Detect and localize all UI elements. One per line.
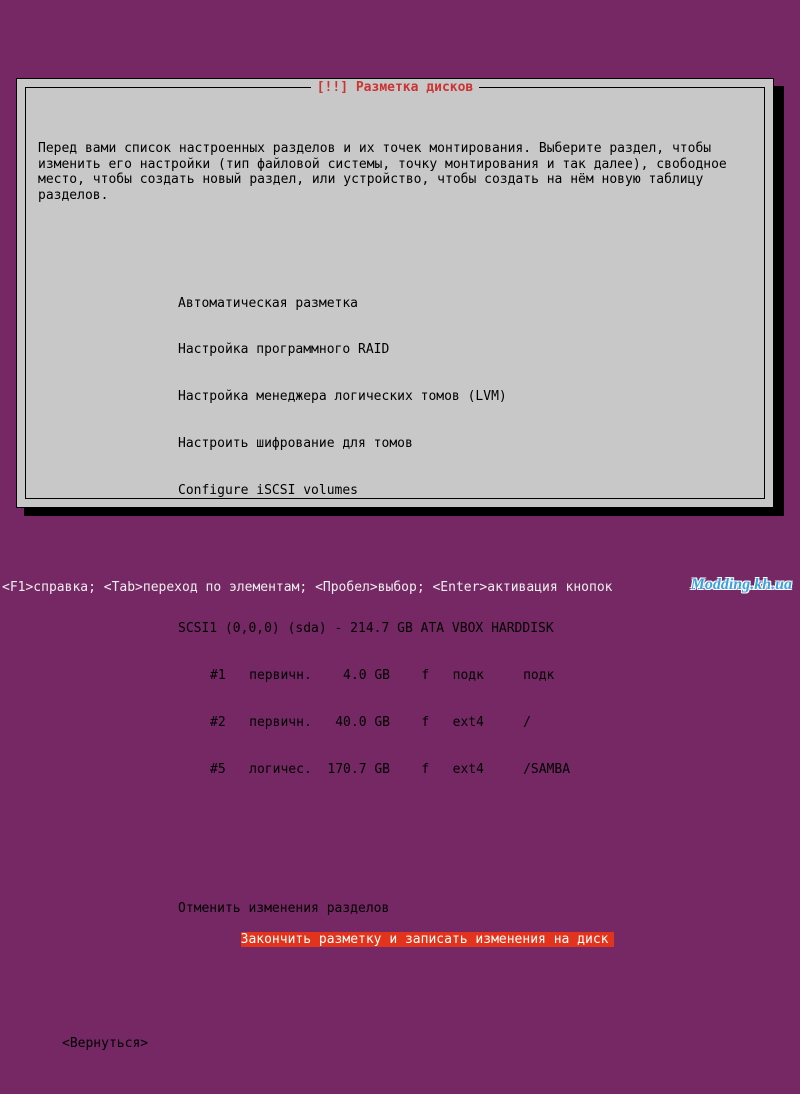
menu-guided-partitioning[interactable]: Автоматическая разметка	[178, 296, 752, 312]
partition-row-1[interactable]: #1 первичн. 4.0 GB f подк подк	[210, 668, 752, 684]
help-footer: <F1>справка; <Tab>переход по элементам; …	[0, 580, 800, 596]
instructions-text: Перед вами список настроенных разделов и…	[38, 141, 752, 203]
menu-software-raid[interactable]: Настройка программного RAID	[178, 342, 752, 358]
partition-row-3[interactable]: #5 логичес. 170.7 GB f ext4 /SAMBA	[210, 762, 752, 778]
partition-row-2[interactable]: #2 первичн. 40.0 GB f ext4 /	[210, 715, 752, 731]
actions: Отменить изменения разделов Закончить ра…	[178, 869, 752, 963]
menu-iscsi[interactable]: Configure iSCSI volumes	[178, 483, 752, 499]
disk-header[interactable]: SCSI1 (0,0,0) (sda) - 214.7 GB ATA VBOX …	[178, 621, 752, 637]
finish-partitioning[interactable]: Закончить разметку и записать изменения …	[241, 932, 615, 948]
undo-changes[interactable]: Отменить изменения разделов	[178, 901, 752, 917]
menu-lvm[interactable]: Настройка менеджера логических томов (LV…	[178, 389, 752, 405]
dialog-title: [!!] Разметка дисков	[311, 80, 480, 95]
disk-sda[interactable]: SCSI1 (0,0,0) (sda) - 214.7 GB ATA VBOX …	[178, 590, 752, 808]
config-menu: Автоматическая разметка Настройка програ…	[178, 264, 752, 529]
go-back-button[interactable]: <Вернуться>	[62, 1036, 752, 1052]
dialog-border: [!!] Разметка дисков Перед вами список н…	[25, 87, 765, 499]
menu-encrypted-volumes[interactable]: Настроить шифрование для томов	[178, 436, 752, 452]
watermark: Modding.kh.ua	[691, 575, 792, 594]
partition-dialog: [!!] Разметка дисков Перед вами список н…	[16, 78, 774, 508]
